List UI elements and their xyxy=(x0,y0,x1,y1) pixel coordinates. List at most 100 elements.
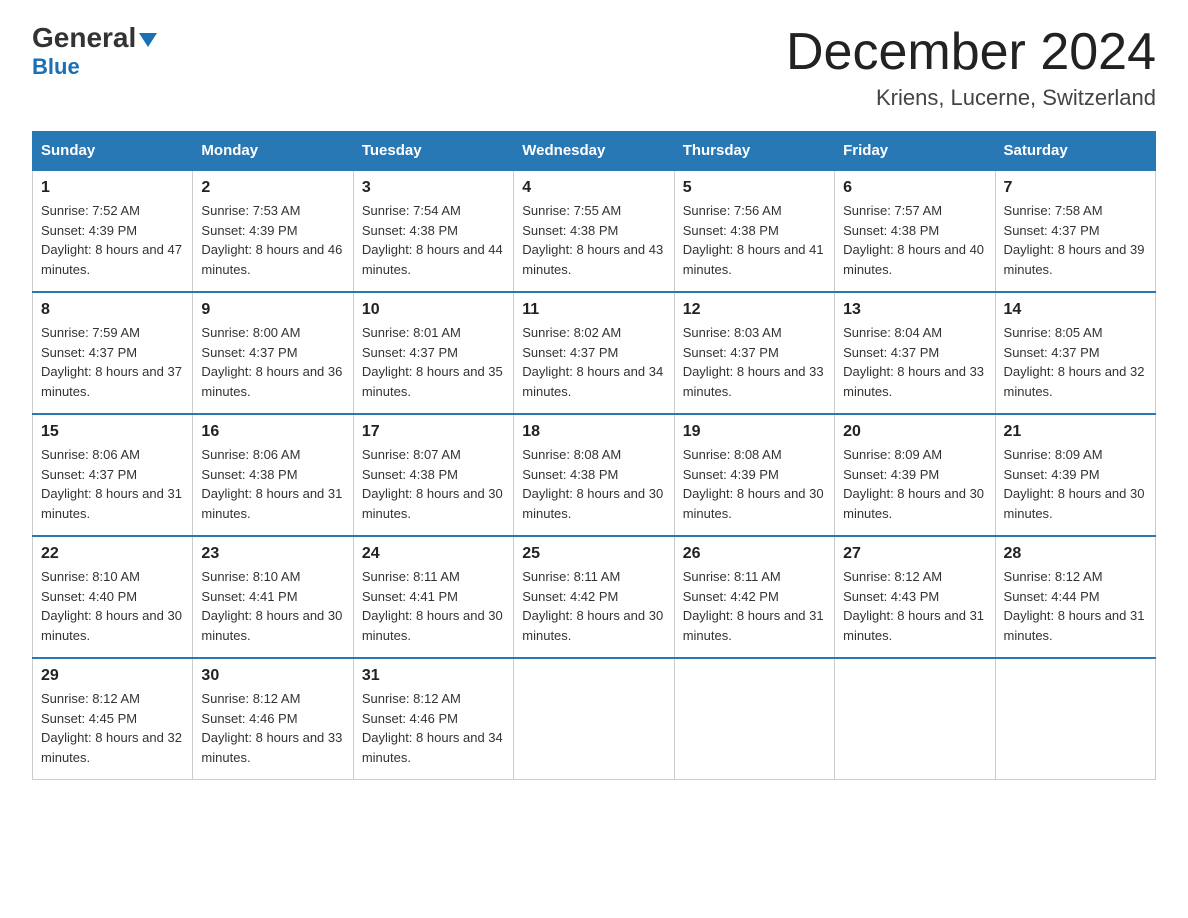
table-row: 13 Sunrise: 8:04 AMSunset: 4:37 PMDaylig… xyxy=(835,292,995,414)
logo-blue: Blue xyxy=(32,54,80,80)
day-number: 24 xyxy=(362,545,505,563)
day-info: Sunrise: 8:07 AMSunset: 4:38 PMDaylight:… xyxy=(362,447,503,521)
day-number: 21 xyxy=(1004,423,1147,441)
table-row: 16 Sunrise: 8:06 AMSunset: 4:38 PMDaylig… xyxy=(193,414,353,536)
day-number: 30 xyxy=(201,667,344,685)
day-number: 26 xyxy=(683,545,826,563)
day-info: Sunrise: 7:52 AMSunset: 4:39 PMDaylight:… xyxy=(41,203,182,277)
day-number: 3 xyxy=(362,179,505,197)
table-row: 31 Sunrise: 8:12 AMSunset: 4:46 PMDaylig… xyxy=(353,658,513,780)
header-tuesday: Tuesday xyxy=(353,132,513,171)
day-info: Sunrise: 8:03 AMSunset: 4:37 PMDaylight:… xyxy=(683,325,824,399)
table-row: 15 Sunrise: 8:06 AMSunset: 4:37 PMDaylig… xyxy=(33,414,193,536)
day-number: 16 xyxy=(201,423,344,441)
day-number: 8 xyxy=(41,301,184,319)
day-info: Sunrise: 8:12 AMSunset: 4:43 PMDaylight:… xyxy=(843,569,984,643)
day-number: 4 xyxy=(522,179,665,197)
calendar-week-row: 22 Sunrise: 8:10 AMSunset: 4:40 PMDaylig… xyxy=(33,536,1156,658)
day-info: Sunrise: 8:12 AMSunset: 4:45 PMDaylight:… xyxy=(41,691,182,765)
day-number: 27 xyxy=(843,545,986,563)
table-row xyxy=(995,658,1155,780)
day-number: 5 xyxy=(683,179,826,197)
day-info: Sunrise: 8:05 AMSunset: 4:37 PMDaylight:… xyxy=(1004,325,1145,399)
day-info: Sunrise: 8:12 AMSunset: 4:46 PMDaylight:… xyxy=(201,691,342,765)
day-info: Sunrise: 8:11 AMSunset: 4:42 PMDaylight:… xyxy=(522,569,663,643)
table-row: 4 Sunrise: 7:55 AMSunset: 4:38 PMDayligh… xyxy=(514,170,674,292)
day-info: Sunrise: 8:08 AMSunset: 4:39 PMDaylight:… xyxy=(683,447,824,521)
day-number: 12 xyxy=(683,301,826,319)
day-info: Sunrise: 8:01 AMSunset: 4:37 PMDaylight:… xyxy=(362,325,503,399)
day-info: Sunrise: 8:11 AMSunset: 4:41 PMDaylight:… xyxy=(362,569,503,643)
calendar-week-row: 1 Sunrise: 7:52 AMSunset: 4:39 PMDayligh… xyxy=(33,170,1156,292)
month-title: December 2024 xyxy=(786,24,1156,81)
table-row: 11 Sunrise: 8:02 AMSunset: 4:37 PMDaylig… xyxy=(514,292,674,414)
day-info: Sunrise: 8:06 AMSunset: 4:37 PMDaylight:… xyxy=(41,447,182,521)
table-row: 25 Sunrise: 8:11 AMSunset: 4:42 PMDaylig… xyxy=(514,536,674,658)
calendar-header-row: Sunday Monday Tuesday Wednesday Thursday… xyxy=(33,132,1156,171)
table-row: 22 Sunrise: 8:10 AMSunset: 4:40 PMDaylig… xyxy=(33,536,193,658)
day-info: Sunrise: 7:57 AMSunset: 4:38 PMDaylight:… xyxy=(843,203,984,277)
day-number: 28 xyxy=(1004,545,1147,563)
day-info: Sunrise: 7:56 AMSunset: 4:38 PMDaylight:… xyxy=(683,203,824,277)
table-row: 9 Sunrise: 8:00 AMSunset: 4:37 PMDayligh… xyxy=(193,292,353,414)
day-number: 31 xyxy=(362,667,505,685)
table-row: 19 Sunrise: 8:08 AMSunset: 4:39 PMDaylig… xyxy=(674,414,834,536)
day-number: 2 xyxy=(201,179,344,197)
table-row: 17 Sunrise: 8:07 AMSunset: 4:38 PMDaylig… xyxy=(353,414,513,536)
day-number: 10 xyxy=(362,301,505,319)
day-info: Sunrise: 8:02 AMSunset: 4:37 PMDaylight:… xyxy=(522,325,663,399)
table-row: 21 Sunrise: 8:09 AMSunset: 4:39 PMDaylig… xyxy=(995,414,1155,536)
day-info: Sunrise: 8:00 AMSunset: 4:37 PMDaylight:… xyxy=(201,325,342,399)
table-row: 1 Sunrise: 7:52 AMSunset: 4:39 PMDayligh… xyxy=(33,170,193,292)
day-number: 19 xyxy=(683,423,826,441)
day-number: 18 xyxy=(522,423,665,441)
day-info: Sunrise: 7:53 AMSunset: 4:39 PMDaylight:… xyxy=(201,203,342,277)
day-info: Sunrise: 8:06 AMSunset: 4:38 PMDaylight:… xyxy=(201,447,342,521)
logo-triangle-icon xyxy=(139,33,157,47)
table-row: 18 Sunrise: 8:08 AMSunset: 4:38 PMDaylig… xyxy=(514,414,674,536)
calendar-week-row: 8 Sunrise: 7:59 AMSunset: 4:37 PMDayligh… xyxy=(33,292,1156,414)
table-row: 2 Sunrise: 7:53 AMSunset: 4:39 PMDayligh… xyxy=(193,170,353,292)
table-row xyxy=(674,658,834,780)
header-wednesday: Wednesday xyxy=(514,132,674,171)
day-number: 14 xyxy=(1004,301,1147,319)
title-area: December 2024 Kriens, Lucerne, Switzerla… xyxy=(786,24,1156,111)
day-number: 1 xyxy=(41,179,184,197)
table-row: 7 Sunrise: 7:58 AMSunset: 4:37 PMDayligh… xyxy=(995,170,1155,292)
day-number: 11 xyxy=(522,301,665,319)
day-number: 13 xyxy=(843,301,986,319)
day-info: Sunrise: 8:10 AMSunset: 4:40 PMDaylight:… xyxy=(41,569,182,643)
day-number: 15 xyxy=(41,423,184,441)
day-number: 29 xyxy=(41,667,184,685)
logo-text: General xyxy=(32,24,157,52)
day-number: 25 xyxy=(522,545,665,563)
table-row xyxy=(835,658,995,780)
day-number: 17 xyxy=(362,423,505,441)
table-row: 8 Sunrise: 7:59 AMSunset: 4:37 PMDayligh… xyxy=(33,292,193,414)
logo-general: General xyxy=(32,22,136,53)
day-number: 7 xyxy=(1004,179,1147,197)
calendar-week-row: 29 Sunrise: 8:12 AMSunset: 4:45 PMDaylig… xyxy=(33,658,1156,780)
table-row: 29 Sunrise: 8:12 AMSunset: 4:45 PMDaylig… xyxy=(33,658,193,780)
header-monday: Monday xyxy=(193,132,353,171)
page-header: General Blue December 2024 Kriens, Lucer… xyxy=(32,24,1156,111)
location-title: Kriens, Lucerne, Switzerland xyxy=(786,85,1156,111)
table-row: 23 Sunrise: 8:10 AMSunset: 4:41 PMDaylig… xyxy=(193,536,353,658)
day-info: Sunrise: 7:58 AMSunset: 4:37 PMDaylight:… xyxy=(1004,203,1145,277)
table-row xyxy=(514,658,674,780)
table-row: 14 Sunrise: 8:05 AMSunset: 4:37 PMDaylig… xyxy=(995,292,1155,414)
table-row: 6 Sunrise: 7:57 AMSunset: 4:38 PMDayligh… xyxy=(835,170,995,292)
header-thursday: Thursday xyxy=(674,132,834,171)
table-row: 28 Sunrise: 8:12 AMSunset: 4:44 PMDaylig… xyxy=(995,536,1155,658)
day-number: 23 xyxy=(201,545,344,563)
table-row: 30 Sunrise: 8:12 AMSunset: 4:46 PMDaylig… xyxy=(193,658,353,780)
calendar-table: Sunday Monday Tuesday Wednesday Thursday… xyxy=(32,131,1156,780)
day-info: Sunrise: 8:10 AMSunset: 4:41 PMDaylight:… xyxy=(201,569,342,643)
day-info: Sunrise: 8:12 AMSunset: 4:44 PMDaylight:… xyxy=(1004,569,1145,643)
day-info: Sunrise: 8:04 AMSunset: 4:37 PMDaylight:… xyxy=(843,325,984,399)
day-number: 9 xyxy=(201,301,344,319)
table-row: 12 Sunrise: 8:03 AMSunset: 4:37 PMDaylig… xyxy=(674,292,834,414)
day-info: Sunrise: 7:54 AMSunset: 4:38 PMDaylight:… xyxy=(362,203,503,277)
day-info: Sunrise: 8:11 AMSunset: 4:42 PMDaylight:… xyxy=(683,569,824,643)
day-info: Sunrise: 8:09 AMSunset: 4:39 PMDaylight:… xyxy=(843,447,984,521)
